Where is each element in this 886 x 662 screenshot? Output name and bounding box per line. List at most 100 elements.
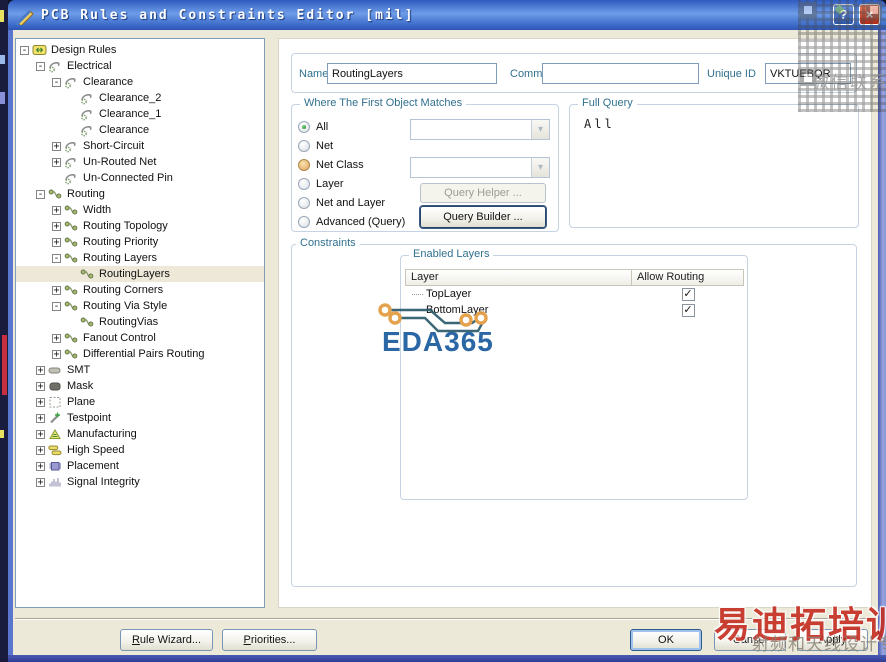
minus-expander-icon[interactable]: -: [36, 61, 45, 71]
tree-item-clearance[interactable]: Clearance: [16, 122, 264, 138]
radio-option-advanced-query[interactable]: Advanced (Query): [298, 212, 405, 231]
radio-label: Layer: [316, 177, 344, 190]
tree-item-design-rules[interactable]: - Design Rules: [16, 42, 264, 58]
scope-dropdown-net-class: ▾: [410, 157, 550, 178]
plus-expander-icon[interactable]: +: [36, 429, 45, 439]
tree-item-width[interactable]: + Width: [16, 202, 264, 218]
tree-item-label: Routing Priority: [83, 236, 159, 248]
radio-option-net[interactable]: Net: [298, 136, 405, 155]
tree-item-fanout-control[interactable]: + Fanout Control: [16, 330, 264, 346]
radio-option-layer[interactable]: Layer: [298, 174, 405, 193]
minus-expander-icon[interactable]: -: [52, 301, 61, 311]
radio-icon[interactable]: [298, 139, 310, 152]
priorities-button[interactable]: Priorities...: [222, 629, 317, 651]
tree-item-testpoint[interactable]: + Testpoint: [16, 410, 264, 426]
comment-input[interactable]: [542, 63, 699, 84]
tree-item-routing-via-style[interactable]: - Routing Via Style: [16, 298, 264, 314]
tree-item-placement[interactable]: + Placement: [16, 458, 264, 474]
tree-item-label: Routing Via Style: [83, 300, 168, 312]
routing-icon: [64, 219, 80, 233]
tree-item-label: High Speed: [67, 444, 125, 456]
tree-item-routing[interactable]: - Routing: [16, 186, 264, 202]
minus-expander-icon[interactable]: -: [52, 77, 61, 87]
minus-expander-icon[interactable]: -: [52, 253, 61, 263]
radio-icon[interactable]: [298, 196, 310, 209]
name-input[interactable]: [327, 63, 497, 84]
first-object-matches-box: Where The First Object Matches All Net Net…: [291, 97, 559, 232]
plus-expander-icon[interactable]: +: [52, 157, 61, 167]
radio-label: All: [316, 120, 329, 133]
window-title: PCB Rules and Constraints Editor [mil]: [41, 7, 415, 23]
tree-item-label: Clearance: [83, 76, 134, 88]
tree-item-routing-topology[interactable]: + Routing Topology: [16, 218, 264, 234]
tree-item-clearance-2[interactable]: Clearance_2: [16, 90, 264, 106]
radio-icon[interactable]: [298, 158, 310, 171]
plus-expander-icon[interactable]: +: [36, 381, 45, 391]
wechat-contact-watermark: 微信联系: [812, 73, 886, 92]
tree-item-clearance[interactable]: - Clearance: [16, 74, 264, 90]
plus-expander-icon[interactable]: +: [36, 461, 45, 471]
tree-item-clearance-1[interactable]: Clearance_1: [16, 106, 264, 122]
routing-icon: [64, 283, 80, 297]
tree-item-high-speed[interactable]: + High Speed: [16, 442, 264, 458]
plus-expander-icon[interactable]: +: [52, 221, 61, 231]
electrical-icon: [48, 59, 64, 73]
eda365-logo-text: EDA365: [382, 326, 494, 357]
radio-label: Advanced (Query): [316, 215, 406, 228]
minus-expander-icon[interactable]: -: [20, 45, 29, 55]
qr-code-watermark: [798, 0, 886, 112]
window-border-bottom: [8, 655, 886, 662]
tree-item-signal-integrity[interactable]: + Signal Integrity: [16, 474, 264, 490]
tree-item-manufacturing[interactable]: + Manufacturing: [16, 426, 264, 442]
tree-item-un-connected-pin[interactable]: Un-Connected Pin: [16, 170, 264, 186]
tree-item-routing-priority[interactable]: + Routing Priority: [16, 234, 264, 250]
rule-wizard-button[interactable]: Rule Wizard...: [120, 629, 213, 651]
routing-icon: [64, 203, 80, 217]
tree-item-plane[interactable]: + Plane: [16, 394, 264, 410]
routing-icon: [80, 315, 96, 329]
electrical-icon: [80, 123, 96, 137]
column-header-allow-routing[interactable]: Allow Routing: [631, 269, 744, 286]
radio-icon[interactable]: [298, 120, 310, 133]
pcb-fragment: [0, 92, 5, 104]
plus-expander-icon[interactable]: +: [36, 477, 45, 487]
tree-item-differential-pairs-routing[interactable]: + Differential Pairs Routing: [16, 346, 264, 362]
radio-option-net-and-layer[interactable]: Net and Layer: [298, 193, 405, 212]
tree-item-electrical[interactable]: - Electrical: [16, 58, 264, 74]
tree-item-routingvias[interactable]: RoutingVias: [16, 314, 264, 330]
radio-icon[interactable]: [298, 215, 310, 228]
mask-icon: [48, 379, 64, 393]
tree-item-mask[interactable]: + Mask: [16, 378, 264, 394]
design-rules-icon: [32, 43, 48, 57]
plus-expander-icon[interactable]: +: [52, 333, 61, 343]
tree-item-un-routed-net[interactable]: + Un-Routed Net: [16, 154, 264, 170]
plus-expander-icon[interactable]: +: [36, 365, 45, 375]
plus-expander-icon[interactable]: +: [36, 397, 45, 407]
plus-expander-icon[interactable]: +: [36, 445, 45, 455]
tree-item-short-circuit[interactable]: + Short-Circuit: [16, 138, 264, 154]
tree-item-smt[interactable]: + SMT: [16, 362, 264, 378]
tree-item-label: RoutingVias: [99, 316, 159, 328]
titlebar[interactable]: PCB Rules and Constraints Editor [mil] ?…: [8, 0, 886, 30]
plus-expander-icon[interactable]: +: [52, 237, 61, 247]
query-builder-button[interactable]: Query Builder ...: [420, 206, 546, 228]
tree-item-routinglayers[interactable]: RoutingLayers: [16, 266, 264, 282]
allow-routing-cell: ✓: [632, 303, 744, 317]
routing-icon: [64, 251, 80, 265]
plus-expander-icon[interactable]: +: [36, 413, 45, 423]
allow-routing-checkbox[interactable]: ✓: [681, 303, 695, 317]
radio-icon[interactable]: [298, 177, 310, 190]
column-header-layer[interactable]: Layer: [405, 269, 632, 286]
radio-option-net-class[interactable]: Net Class: [298, 155, 405, 174]
plus-expander-icon[interactable]: +: [52, 141, 61, 151]
tree-item-routing-corners[interactable]: + Routing Corners: [16, 282, 264, 298]
plus-expander-icon[interactable]: +: [52, 205, 61, 215]
plus-expander-icon[interactable]: +: [52, 285, 61, 295]
tree-item-label: Routing Layers: [83, 252, 157, 264]
plus-expander-icon[interactable]: +: [52, 349, 61, 359]
minus-expander-icon[interactable]: -: [36, 189, 45, 199]
radio-option-all[interactable]: All: [298, 117, 405, 136]
tree-item-routing-layers[interactable]: - Routing Layers: [16, 250, 264, 266]
ok-button[interactable]: OK: [630, 629, 702, 651]
allow-routing-checkbox[interactable]: ✓: [681, 287, 695, 301]
